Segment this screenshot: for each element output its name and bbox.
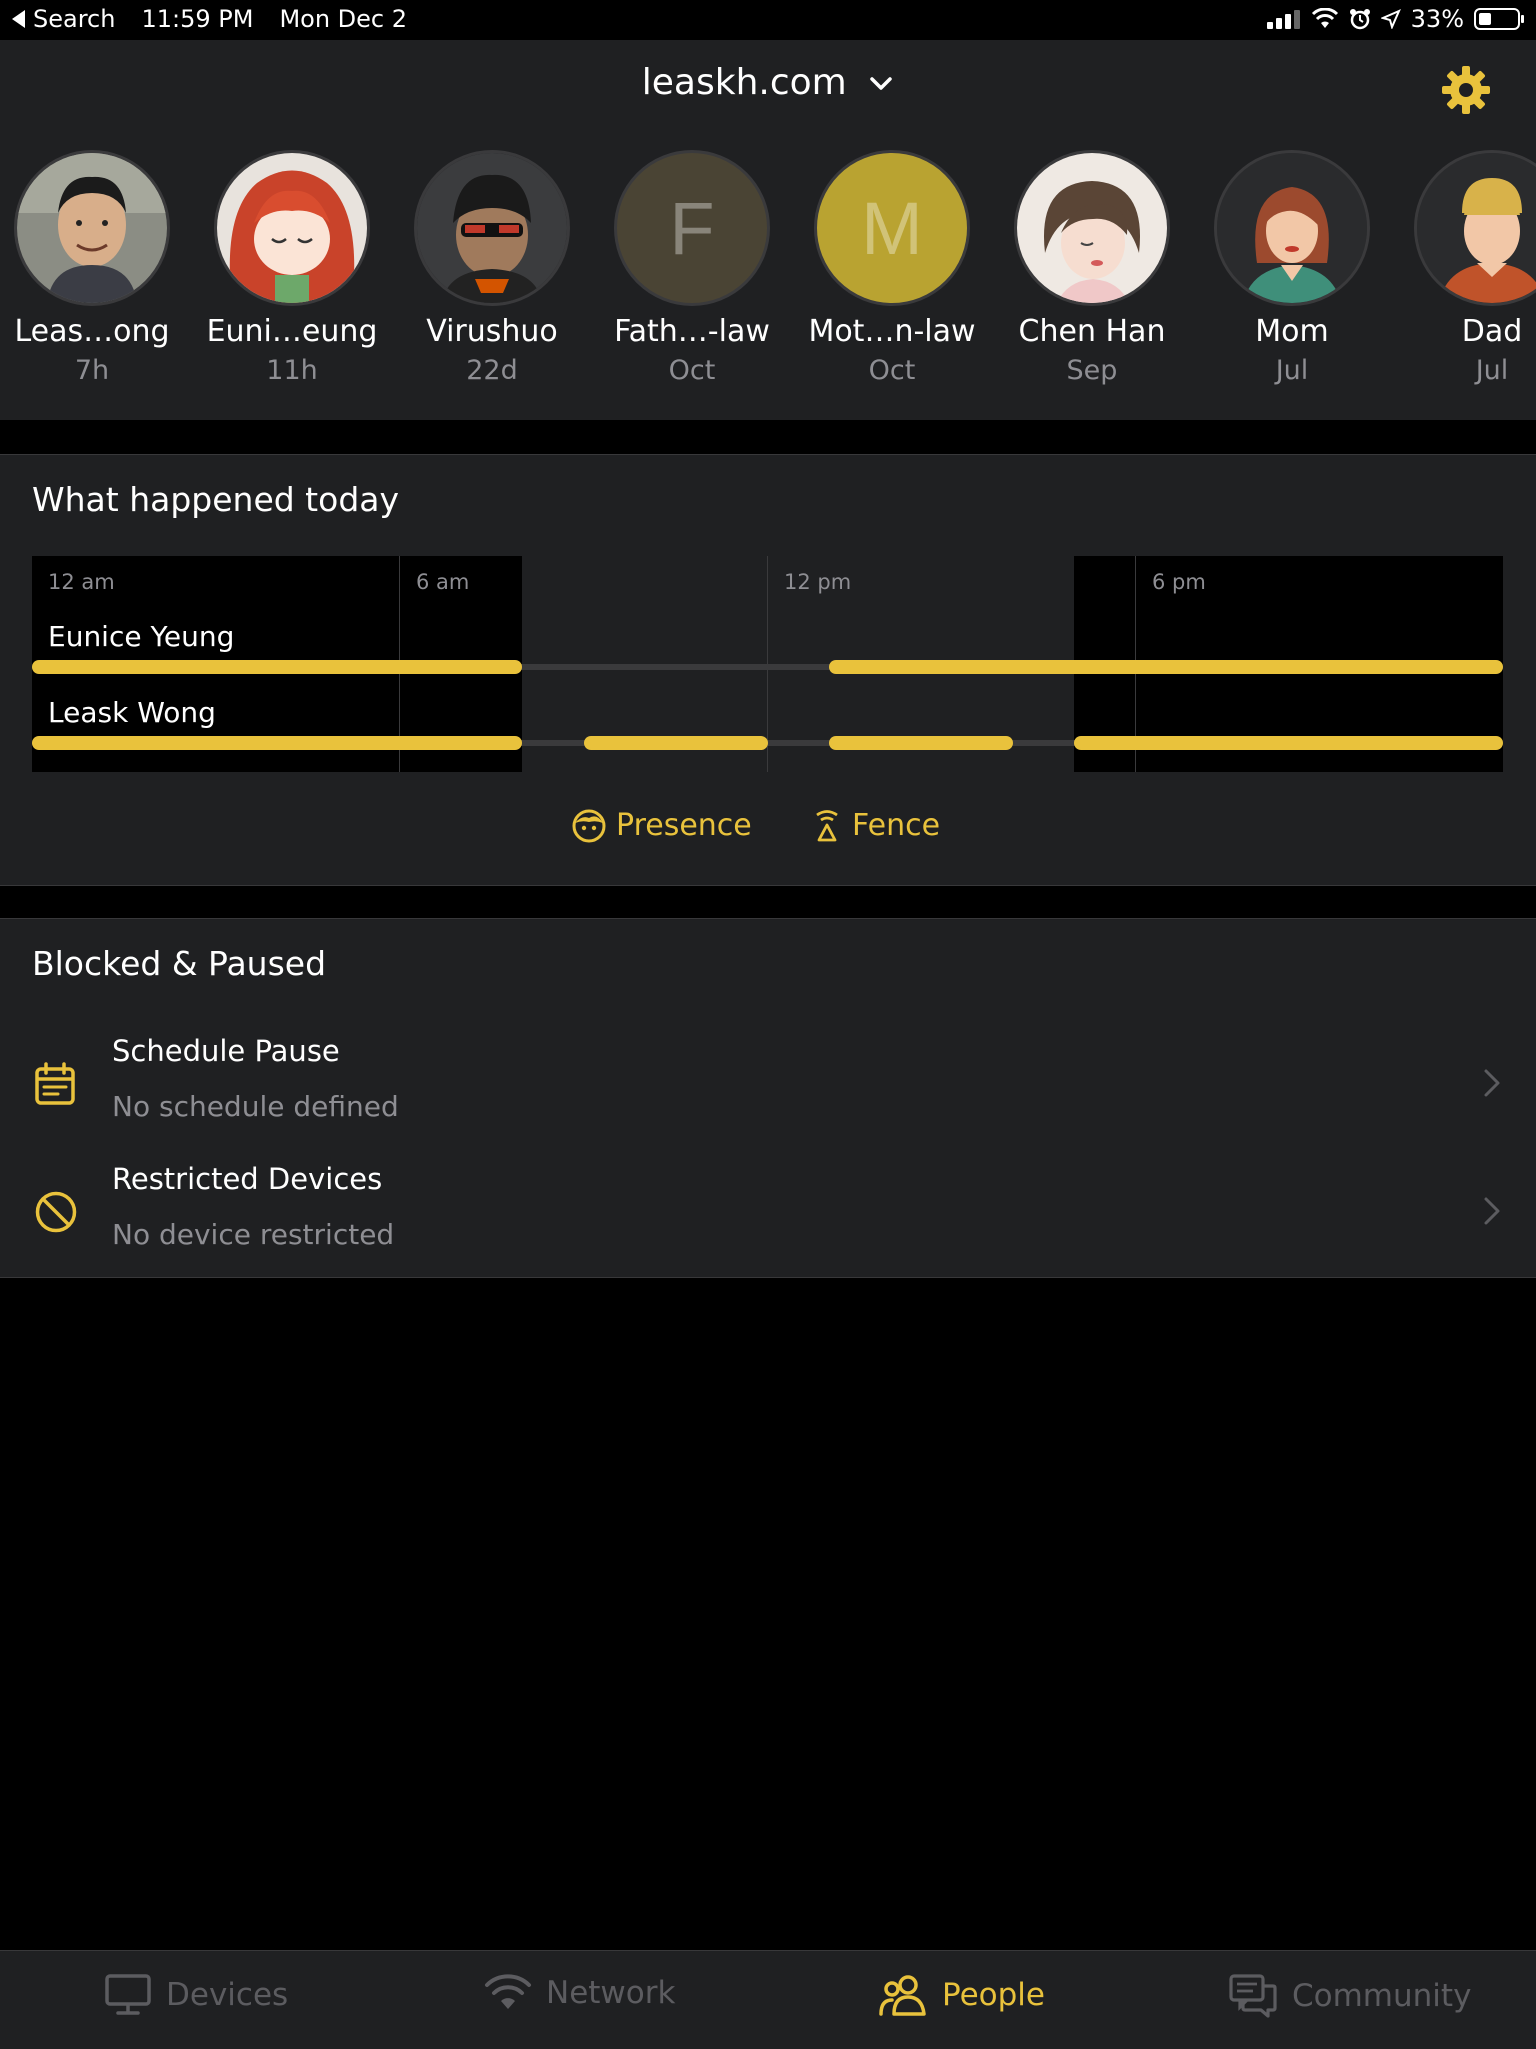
person-mother-in-law[interactable]: M Mot…n-law Oct	[792, 150, 992, 386]
schedule-pause-title: Schedule Pause	[112, 1034, 340, 1068]
back-to-search-button[interactable]: Search	[12, 5, 115, 33]
avatar-initial: M	[861, 186, 923, 270]
tab-community-label: Community	[1292, 1978, 1472, 2014]
person-leask[interactable]: Leas…ong 7h	[0, 150, 192, 386]
person-name: Chen Han	[1018, 314, 1166, 349]
tab-network-label: Network	[546, 1975, 676, 2011]
fence-signal-icon	[816, 809, 838, 841]
presence-bar[interactable]	[829, 736, 1013, 750]
person-dad[interactable]: Dad Jul	[1392, 150, 1536, 386]
legend-fence[interactable]: Fence	[812, 808, 940, 843]
avatar	[1414, 150, 1536, 306]
timeline-hour-label: 6 am	[416, 570, 470, 594]
restricted-devices-subtitle: No device restricted	[112, 1218, 395, 1251]
block-icon	[35, 1191, 77, 1233]
presence-bar[interactable]	[32, 736, 522, 750]
today-title: What happened today	[32, 480, 400, 519]
legend-presence-label: Presence	[616, 808, 752, 843]
person-name: Mot…n-law	[808, 314, 976, 349]
chevron-down-icon	[870, 77, 892, 90]
chevron-right-icon	[1484, 1069, 1500, 1097]
avatar-initial: F	[669, 186, 715, 270]
person-name: Virushuo	[426, 314, 558, 349]
timeline-hour-label: 6 pm	[1152, 570, 1206, 594]
person-virushuo[interactable]: Virushuo 22d	[392, 150, 592, 386]
location-arrow-icon	[1380, 9, 1401, 29]
person-last-seen: Jul	[1475, 355, 1509, 386]
person-eunice[interactable]: Euni…eung 11h	[192, 150, 392, 386]
status-time: 11:59 PM	[141, 5, 254, 33]
tab-devices[interactable]: Devices	[104, 1973, 288, 2017]
tab-network[interactable]: Network	[484, 1973, 675, 2013]
person-chen-han[interactable]: Chen Han Sep	[992, 150, 1192, 386]
avatar	[1014, 150, 1170, 306]
person-last-seen: 7h	[74, 355, 110, 386]
timeline-person-name: Leask Wong	[48, 696, 216, 729]
legend-fence-label: Fence	[852, 808, 941, 843]
battery-percent: 33%	[1410, 5, 1464, 33]
person-name: Fath…-law	[614, 314, 770, 349]
timeline-hour-label: 12 pm	[784, 570, 852, 594]
domain-label: leaskh.com	[641, 62, 847, 103]
person-last-seen: Sep	[1066, 355, 1118, 386]
people-icon	[879, 1975, 926, 2016]
avatar: M	[814, 150, 970, 306]
restricted-devices-title: Restricted Devices	[112, 1162, 383, 1196]
tab-people-label: People	[942, 1977, 1045, 2013]
schedule-pause-row[interactable]: Schedule Pause No schedule defined	[0, 1020, 1536, 1146]
blocked-title: Blocked & Paused	[32, 944, 327, 983]
avatar	[1214, 150, 1370, 306]
presence-bar[interactable]	[1074, 736, 1503, 750]
avatar	[214, 150, 370, 306]
presence-face-icon	[572, 809, 606, 842]
cellular-signal-icon	[1266, 10, 1300, 29]
tab-community[interactable]: Community	[1228, 1973, 1471, 2019]
back-caret-icon	[12, 10, 25, 28]
tab-bar: Devices Network People Community	[0, 1950, 1536, 2049]
person-last-seen: 22d	[466, 355, 518, 386]
presence-bar[interactable]	[32, 660, 522, 674]
calendar-icon	[35, 1062, 75, 1105]
presence-bar[interactable]	[584, 736, 768, 750]
chat-icon	[1229, 1974, 1277, 2018]
person-name: Leas…ong	[14, 314, 170, 349]
person-name: Mom	[1255, 314, 1329, 349]
person-name: Euni…eung	[206, 314, 378, 349]
person-last-seen: Oct	[668, 355, 716, 386]
status-bar: Search 11:59 PM Mon Dec 2 33%	[0, 0, 1536, 40]
person-name: Dad	[1461, 314, 1523, 349]
person-last-seen: Jul	[1275, 355, 1309, 386]
monitor-icon	[105, 1974, 151, 2015]
battery-icon	[1474, 8, 1524, 30]
person-mom[interactable]: Mom Jul	[1192, 150, 1392, 386]
back-label: Search	[33, 5, 116, 33]
timeline-hour-label: 12 am	[48, 570, 115, 594]
avatar	[14, 150, 170, 306]
presence-bar[interactable]	[829, 660, 1503, 674]
avatar	[414, 150, 570, 306]
person-last-seen: Oct	[868, 355, 916, 386]
wifi-status-icon	[1311, 8, 1338, 28]
chevron-right-icon	[1484, 1197, 1500, 1225]
tab-devices-label: Devices	[166, 1977, 289, 2013]
restricted-devices-row[interactable]: Restricted Devices No device restricted	[0, 1148, 1536, 1274]
person-father-in-law[interactable]: F Fath…-law Oct	[592, 150, 792, 386]
avatar: F	[614, 150, 770, 306]
wifi-icon	[485, 1974, 531, 2009]
alarm-icon	[1349, 9, 1370, 30]
settings-gear-icon[interactable]	[1440, 64, 1492, 116]
status-date: Mon Dec 2	[279, 5, 408, 33]
tab-people[interactable]: People	[878, 1973, 1045, 2017]
timeline-person-name: Eunice Yeung	[48, 620, 235, 653]
schedule-pause-subtitle: No schedule defined	[112, 1090, 399, 1123]
domain-selector[interactable]: leaskh.com	[0, 62, 1536, 103]
person-last-seen: 11h	[266, 355, 318, 386]
legend-presence[interactable]: Presence	[572, 808, 752, 843]
